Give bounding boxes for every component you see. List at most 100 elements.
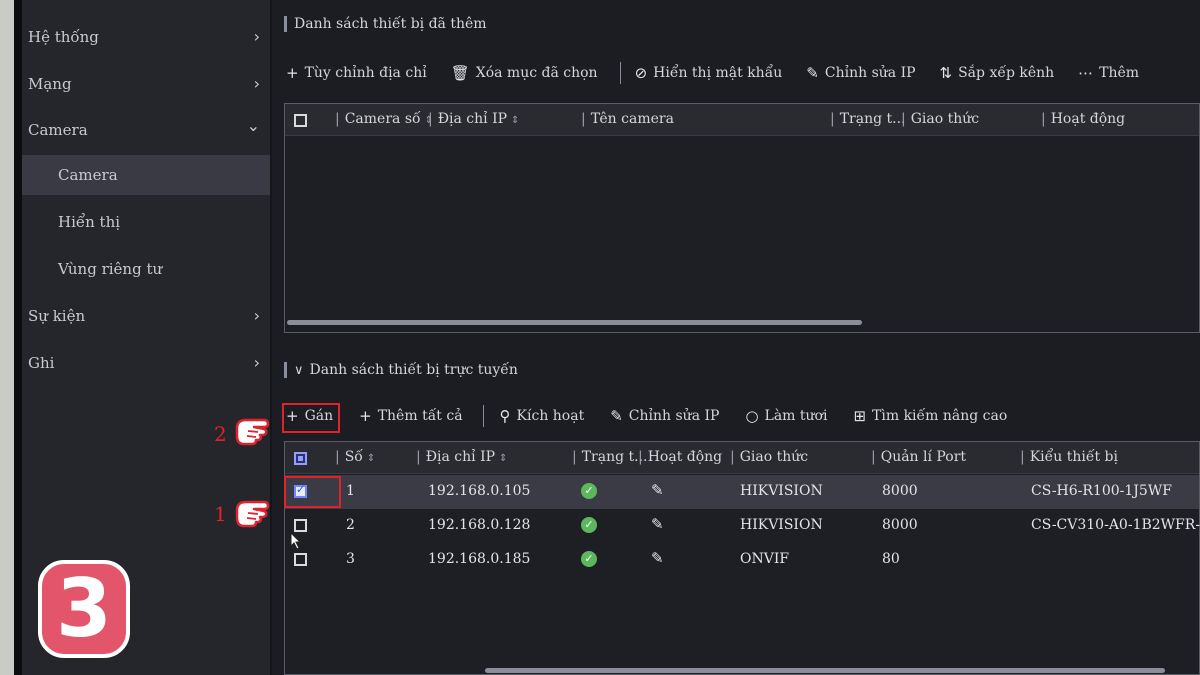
row-number: 2: [346, 517, 355, 533]
refresh-icon: ○: [745, 407, 759, 425]
sidebar-item-system[interactable]: Hệ thống ›: [22, 17, 270, 57]
column-header[interactable]: | Giao thức: [730, 449, 808, 465]
custom-address-label: Tùy chỉnh địa chỉ: [304, 65, 427, 81]
refresh-button[interactable]: ○ Làm tươi: [745, 407, 827, 425]
row-ip: 192.168.0.185: [428, 551, 531, 567]
horizontal-scrollbar[interactable]: [485, 668, 1165, 673]
column-header[interactable]: | Tên camera: [581, 111, 674, 127]
more-button[interactable]: ⋯ Thêm: [1078, 64, 1139, 82]
sort-channels-label: Sắp xếp kênh: [958, 65, 1055, 81]
show-password-button[interactable]: ⊘ Hiển thị mật khẩu: [635, 64, 783, 82]
table-row[interactable]: 2 192.168.0.128 ✓ ✎ HIKVISION 8000 CS-CV…: [285, 509, 1200, 543]
sidebar-item-label: Vùng riêng tư: [58, 260, 163, 278]
table-row[interactable]: 1 192.168.0.105 ✓ ✎ HIKVISION 8000 CS-H6…: [285, 475, 1199, 509]
row-model: CS-H6-R100-1J5WF: [1031, 483, 1172, 499]
sidebar-item-label: Mạng: [28, 75, 72, 93]
row-checkbox[interactable]: [294, 553, 307, 566]
toolbar-divider: [619, 62, 621, 84]
refresh-label: Làm tươi: [764, 408, 828, 424]
pencil-icon: ✎: [610, 407, 623, 425]
chevron-right-icon: ›: [253, 306, 260, 325]
row-ip: 192.168.0.128: [428, 517, 531, 533]
section-marker: [284, 362, 287, 378]
monitor-bezel: [0, 0, 14, 675]
sort-icon: ⇕: [511, 115, 520, 126]
column-header[interactable]: | Số ⇕: [335, 449, 375, 465]
column-header[interactable]: | Giao thức: [901, 111, 979, 127]
row-protocol: HIKVISION: [740, 483, 823, 499]
sidebar-item-label: Hệ thống: [28, 28, 99, 46]
chevron-down-icon: ⌄: [246, 116, 260, 135]
row-protocol: ONVIF: [740, 551, 790, 567]
table-row[interactable]: 3 192.168.0.185 ✓ ✎ ONVIF 80: [285, 543, 1199, 577]
column-header[interactable]: | Trạng t...: [572, 449, 648, 465]
sidebar-item-label: Sự kiện: [28, 307, 86, 325]
column-header[interactable]: | Hoạt động: [1041, 111, 1125, 127]
sidebar-item-label: Hiển thị: [58, 213, 121, 231]
plus-icon: +: [286, 64, 299, 82]
delete-selected-button[interactable]: 🗑 Xóa mục đã chọn: [451, 64, 598, 82]
location-pin-icon: ⚲: [499, 407, 511, 425]
column-header[interactable]: | Camera số ⇕: [335, 111, 433, 127]
online-devices-title[interactable]: ∨ Danh sách thiết bị trực tuyến: [284, 362, 518, 378]
section-marker: [284, 16, 287, 32]
added-devices-toolbar: + Tùy chỉnh địa chỉ 🗑 Xóa mục đã chọn ⊘ …: [286, 62, 1186, 84]
column-header[interactable]: | Kiểu thiết bị: [1020, 449, 1118, 465]
column-header[interactable]: | Trạng t...: [830, 111, 906, 127]
chevron-down-icon: ∨: [294, 362, 304, 378]
status-ok-icon: ✓: [581, 551, 597, 567]
row-port: 8000: [882, 517, 918, 533]
status-ok-icon: ✓: [581, 483, 597, 499]
column-header[interactable]: | Địa chỉ IP ⇕: [428, 111, 519, 127]
show-password-label: Hiển thị mật khẩu: [653, 65, 783, 81]
custom-address-button[interactable]: + Tùy chỉnh địa chỉ: [286, 64, 427, 82]
advanced-search-button[interactable]: ⊞ Tìm kiếm nâng cao: [853, 407, 1007, 425]
delete-selected-label: Xóa mục đã chọn: [475, 65, 598, 81]
checkbox-highlight-box: [284, 476, 341, 508]
sidebar-item-events[interactable]: Sự kiện ›: [22, 296, 270, 336]
sidebar-item-camera-group[interactable]: Camera ⌄: [22, 110, 270, 150]
sidebar-item-privacy-mask[interactable]: Vùng riêng tư: [22, 249, 270, 289]
column-header[interactable]: | Địa chỉ IP ⇕: [416, 449, 507, 465]
sort-channels-button[interactable]: ⇅ Sắp xếp kênh: [940, 64, 1055, 82]
step-badge-number: 3: [56, 562, 112, 655]
row-checkbox[interactable]: [294, 519, 307, 532]
status-ok-icon: ✓: [581, 517, 597, 533]
sidebar-item-display[interactable]: Hiển thị: [22, 202, 270, 242]
activate-button[interactable]: ⚲ Kích hoạt: [500, 407, 585, 425]
edit-row-icon[interactable]: ✎: [651, 515, 664, 533]
edit-ip-button[interactable]: ✎ Chỉnh sửa IP: [806, 64, 915, 82]
main-panel: Danh sách thiết bị đã thêm + Tùy chỉnh đ…: [272, 0, 1200, 675]
sidebar-item-record[interactable]: Ghi ›: [22, 343, 270, 383]
column-header[interactable]: | Hoạt động: [638, 449, 722, 465]
online-devices-toolbar: + Gán + Thêm tất cả ⚲ Kích hoạt ✎ Chỉnh …: [286, 405, 1186, 427]
add-all-button[interactable]: + Thêm tất cả: [359, 407, 462, 425]
edit-row-icon[interactable]: ✎: [651, 481, 664, 499]
edit-row-icon[interactable]: ✎: [651, 549, 664, 567]
section-title-text: Danh sách thiết bị đã thêm: [294, 16, 487, 32]
assign-highlight-box: [282, 403, 340, 433]
row-number: 3: [346, 551, 355, 567]
activate-label: Kích hoạt: [516, 408, 585, 424]
toolbar-divider: [482, 405, 484, 427]
sidebar-item-camera[interactable]: Camera: [22, 155, 270, 195]
add-all-label: Thêm tất cả: [377, 408, 463, 424]
sort-icon: ⇅: [939, 64, 953, 82]
chevron-right-icon: ›: [253, 353, 260, 372]
sidebar-item-label: Camera: [28, 121, 88, 139]
edit-ip-label: Chỉnh sửa IP: [824, 65, 916, 81]
edit-ip-button[interactable]: ✎ Chỉnh sửa IP: [610, 407, 719, 425]
trash-icon: 🗑: [450, 64, 470, 82]
chevron-right-icon: ›: [253, 27, 260, 46]
select-all-checkbox[interactable]: [294, 452, 307, 465]
more-label: Thêm: [1099, 65, 1140, 81]
online-devices-table: | Số ⇕ | Địa chỉ IP ⇕ | Trạng t... | Hoạt động…: [284, 441, 1200, 675]
plus-icon: +: [359, 407, 372, 425]
horizontal-scrollbar[interactable]: [287, 320, 862, 325]
select-all-checkbox[interactable]: [294, 114, 307, 127]
row-ip: 192.168.0.105: [428, 483, 531, 499]
column-header[interactable]: | Quản lí Port: [871, 449, 966, 465]
sidebar-item-network[interactable]: Mạng ›: [22, 64, 270, 104]
added-devices-title: Danh sách thiết bị đã thêm: [284, 16, 487, 32]
eye-off-icon: ⊘: [634, 64, 648, 82]
